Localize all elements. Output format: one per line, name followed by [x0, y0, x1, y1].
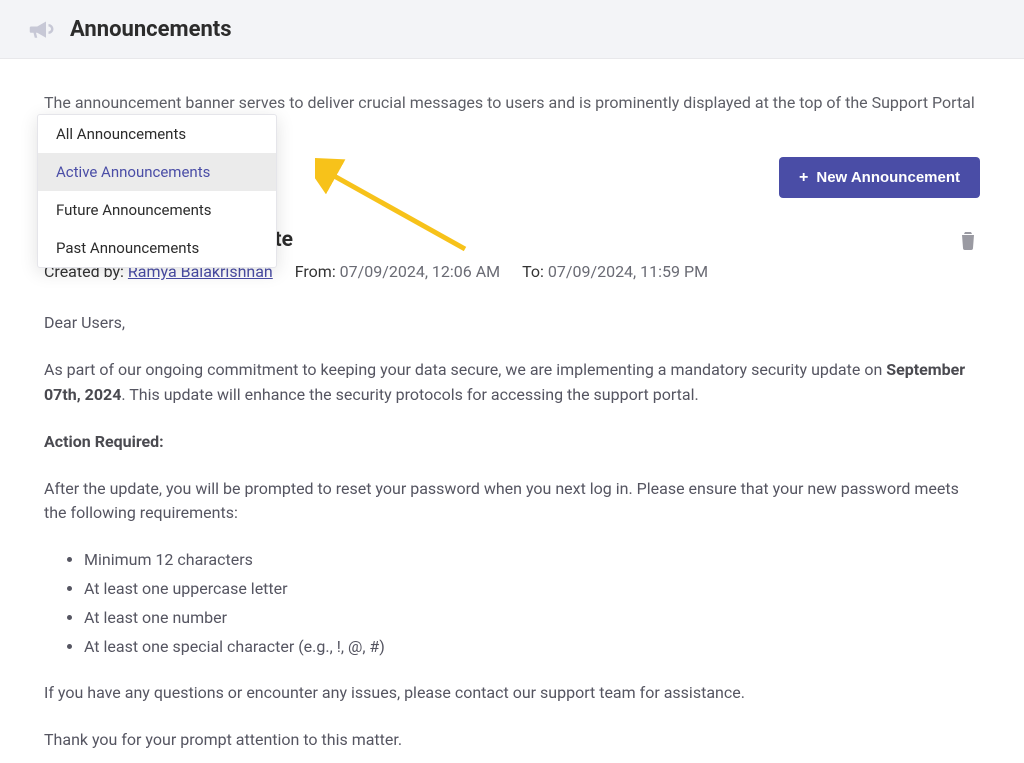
list-item: At least one special character (e.g., !,…	[84, 635, 980, 660]
filter-dropdown[interactable]: All Announcements Active Announcements F…	[37, 114, 277, 268]
page-title: Announcements	[70, 17, 232, 42]
requirements-list: Minimum 12 characters At least one upper…	[84, 548, 980, 659]
action-required-label: Action Required:	[44, 430, 980, 455]
dropdown-item-future[interactable]: Future Announcements	[38, 191, 276, 229]
questions-text: If you have any questions or encounter a…	[44, 681, 980, 706]
dropdown-item-active[interactable]: Active Announcements	[38, 153, 276, 191]
dropdown-item-all[interactable]: All Announcements	[38, 115, 276, 153]
new-announcement-label: New Announcement	[816, 169, 960, 186]
after-update-text: After the update, you will be prompted t…	[44, 477, 980, 527]
from-label: From:	[295, 262, 336, 281]
announcement-card: Important Security Update Created by: Ra…	[44, 228, 980, 763]
from-value: 07/09/2024, 12:06 AM	[340, 262, 500, 281]
megaphone-icon	[26, 14, 56, 44]
delete-announcement-button[interactable]	[956, 228, 980, 252]
to-label: To:	[522, 262, 544, 281]
thanks-text: Thank you for your prompt attention to t…	[44, 728, 980, 753]
new-announcement-button[interactable]: + New Announcement	[779, 157, 980, 198]
body-greeting: Dear Users,	[44, 311, 980, 336]
announcement-body: Dear Users, As part of our ongoing commi…	[44, 311, 980, 763]
list-item: At least one uppercase letter	[84, 577, 980, 602]
to-value: 07/09/2024, 11:59 PM	[548, 262, 708, 281]
dropdown-item-past[interactable]: Past Announcements	[38, 229, 276, 267]
page-header: Announcements	[0, 0, 1024, 59]
list-item: Minimum 12 characters	[84, 548, 980, 573]
body-intro: As part of our ongoing commitment to kee…	[44, 358, 980, 408]
plus-icon: +	[799, 170, 808, 186]
trash-icon	[956, 228, 980, 252]
list-item: At least one number	[84, 606, 980, 631]
